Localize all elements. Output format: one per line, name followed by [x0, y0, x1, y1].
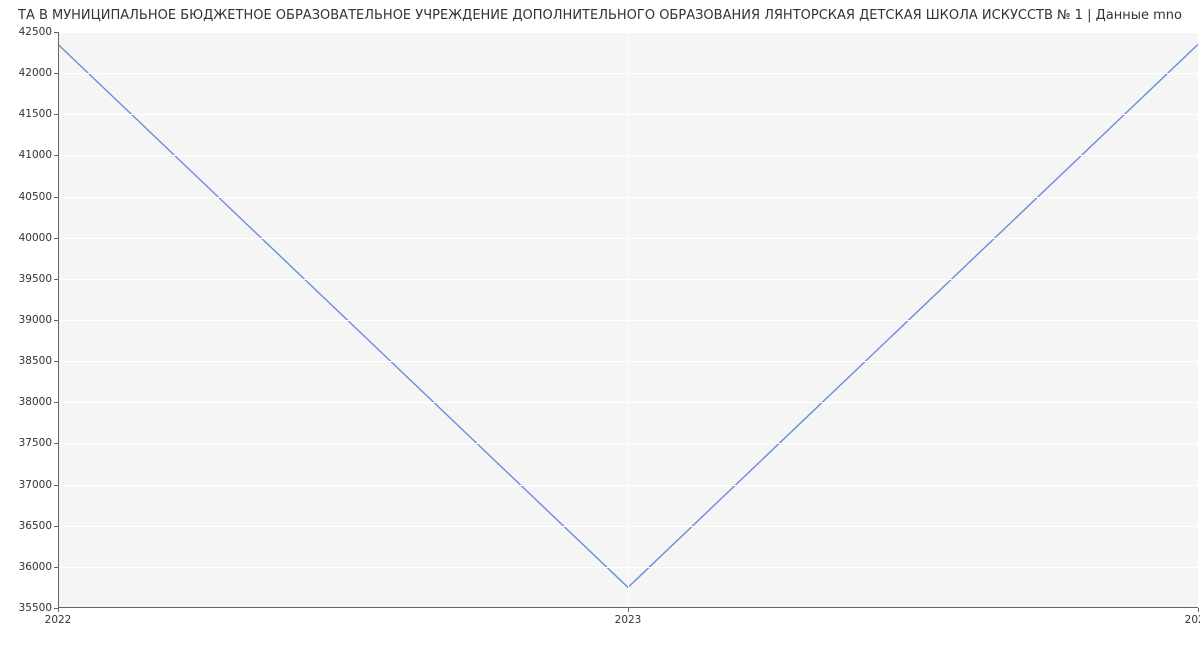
chart-title: ТА В МУНИЦИПАЛЬНОЕ БЮДЖЕТНОЕ ОБРАЗОВАТЕЛ… [0, 8, 1200, 23]
y-tick-label: 36000 [19, 561, 52, 573]
y-tick-label: 40500 [19, 191, 52, 203]
y-tick-label: 38500 [19, 355, 52, 367]
y-tick-label: 42000 [19, 67, 52, 79]
x-tick-mark [58, 608, 59, 612]
y-tick-label: 41000 [19, 149, 52, 161]
y-tick-label: 38000 [19, 396, 52, 408]
y-tick-label: 41500 [19, 108, 52, 120]
axis-spine-left [58, 32, 59, 608]
x-tick-mark [1198, 608, 1199, 612]
x-tick-label: 2023 [615, 614, 642, 626]
x-tick-label: 2022 [45, 614, 72, 626]
x-tick-label: 2024 [1185, 614, 1200, 626]
y-tick-label: 35500 [19, 602, 52, 614]
plot-area [58, 32, 1198, 608]
y-tick-label: 40000 [19, 232, 52, 244]
y-tick-label: 42500 [19, 26, 52, 38]
y-tick-label: 39000 [19, 314, 52, 326]
y-tick-label: 37500 [19, 437, 52, 449]
y-tick-label: 39500 [19, 273, 52, 285]
y-tick-label: 37000 [19, 479, 52, 491]
x-tick-mark [628, 608, 629, 612]
y-tick-label: 36500 [19, 520, 52, 532]
x-gridline [628, 32, 629, 608]
axis-spine-bottom [58, 607, 1198, 608]
x-gridline [1198, 32, 1199, 608]
